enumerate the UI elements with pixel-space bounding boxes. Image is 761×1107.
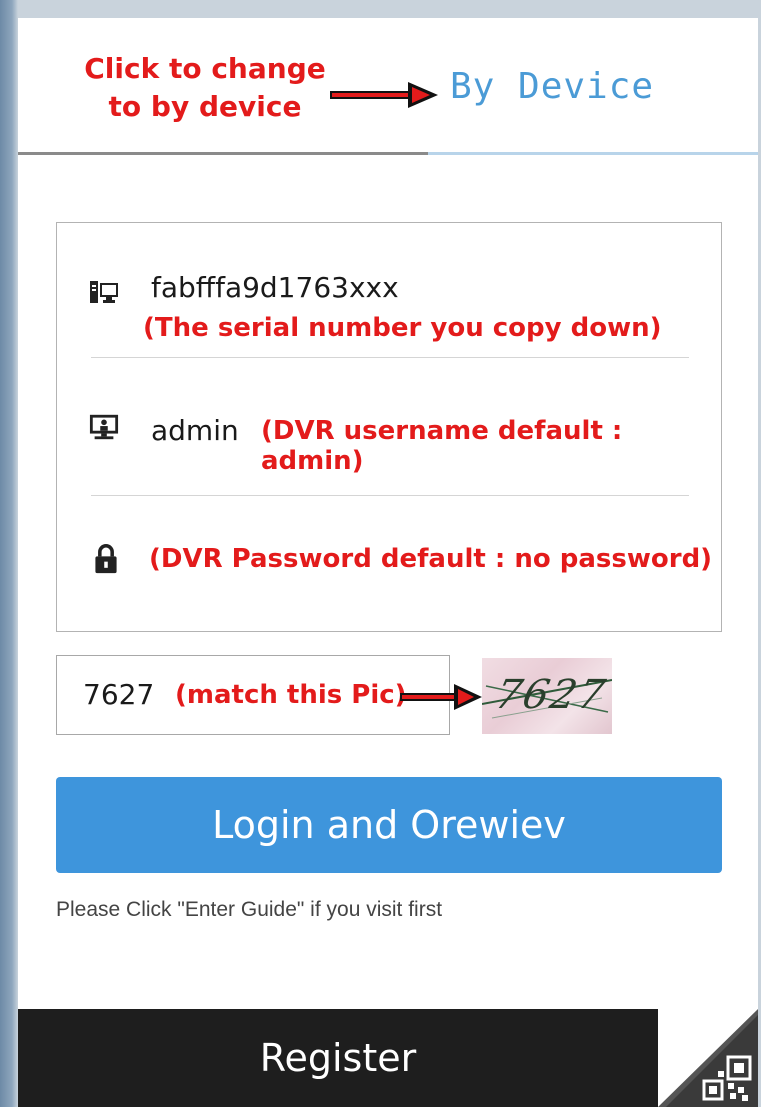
captcha-input[interactable]: 7627 (match this Pic)	[56, 655, 450, 735]
arrow-right-icon	[400, 684, 482, 710]
captcha-image[interactable]: 7627	[482, 658, 612, 734]
qr-code-corner[interactable]	[658, 1009, 758, 1107]
annotation-username: (DVR username default : admin)	[261, 416, 623, 476]
register-button[interactable]: Register	[18, 1009, 658, 1107]
qr-code-icon	[658, 1009, 758, 1107]
tab-active-underline	[428, 152, 758, 155]
enter-guide-hint: Please Click "Enter Guide" if you visit …	[56, 898, 443, 921]
serial-row[interactable]: fabfffa9d1763xxx (The serial number you …	[57, 223, 721, 357]
serial-number-value: fabfffa9d1763xxx	[151, 271, 399, 304]
annotation-change-tab: Click to change to by device	[84, 52, 326, 123]
captcha-image-text: 7627	[491, 672, 611, 718]
annotation-password: (DVR Password default : no password)	[149, 544, 713, 574]
header: Click to change to by device By Device	[18, 18, 758, 155]
login-button[interactable]: Login and Orewiev	[56, 777, 722, 873]
captcha-input-value: 7627	[83, 678, 155, 711]
username-row[interactable]: admin (DVR username default : admin)	[57, 358, 721, 495]
monitor-user-icon	[89, 414, 119, 440]
arrow-right-icon	[330, 82, 438, 108]
username-value: admin	[151, 414, 239, 447]
annotation-captcha: (match this Pic)	[175, 680, 407, 710]
login-form: fabfffa9d1763xxx (The serial number you …	[56, 222, 722, 632]
lock-icon	[95, 544, 117, 574]
annotation-serial: (The serial number you copy down)	[143, 313, 662, 343]
login-panel: Click to change to by device By Device f…	[18, 18, 758, 1107]
tab-by-device[interactable]: By Device	[450, 66, 654, 107]
password-row[interactable]: (DVR Password default : no password)	[57, 496, 721, 631]
device-icon	[90, 281, 118, 303]
